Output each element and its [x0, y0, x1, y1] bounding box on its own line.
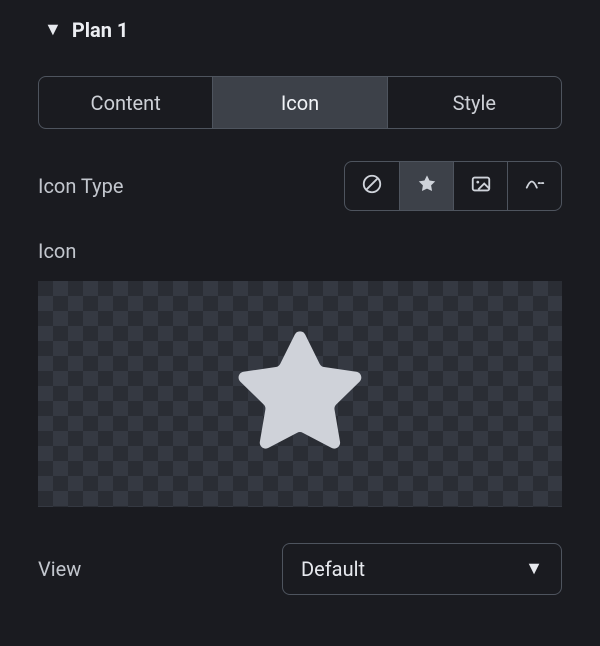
tab-content[interactable]: Content [39, 77, 212, 128]
star-icon [416, 173, 438, 199]
icon-type-image[interactable] [453, 162, 507, 210]
icon-type-star[interactable] [399, 162, 453, 210]
chevron-down-icon: ▼ [44, 21, 62, 39]
chevron-down-icon: ▼ [525, 558, 543, 579]
icon-type-none[interactable] [345, 162, 399, 210]
tab-style[interactable]: Style [387, 77, 561, 128]
section-title: Plan 1 [72, 18, 129, 42]
icon-type-label: Icon Type [38, 174, 123, 198]
icon-type-lottie[interactable] [507, 162, 561, 210]
section-header[interactable]: ▼ Plan 1 [20, 18, 580, 42]
icon-type-row: Icon Type [38, 161, 562, 211]
view-label: View [38, 557, 81, 581]
image-icon [470, 173, 492, 199]
view-row: View Default ▼ [38, 543, 562, 595]
none-icon [361, 173, 383, 199]
view-selected: Default [301, 557, 365, 581]
lottie-icon [524, 173, 546, 199]
icon-type-segmented [344, 161, 562, 211]
icon-label: Icon [38, 239, 562, 263]
icon-preview-star-icon [226, 318, 374, 470]
icon-preview[interactable] [38, 281, 562, 507]
tab-icon[interactable]: Icon [212, 77, 386, 128]
view-dropdown[interactable]: Default ▼ [282, 543, 562, 595]
tabs: Content Icon Style [38, 76, 562, 129]
